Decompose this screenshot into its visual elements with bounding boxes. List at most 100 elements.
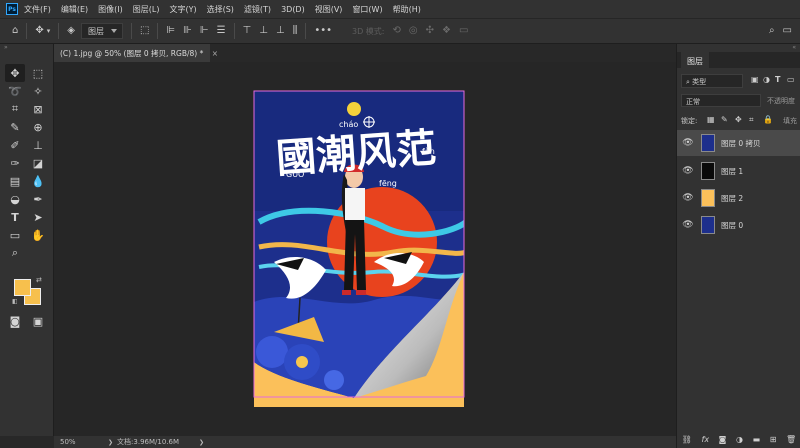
align-top-icon[interactable]: ⊤: [243, 26, 252, 36]
menu-type[interactable]: 文字(Y): [169, 4, 196, 15]
pan-3d-icon[interactable]: ✣: [426, 26, 434, 36]
menu-view[interactable]: 视图(V): [315, 4, 343, 15]
gradient-tool-icon[interactable]: ▤: [5, 172, 25, 190]
move-tool-icon[interactable]: ✥: [35, 26, 43, 36]
layer-style-icon[interactable]: fx: [702, 435, 710, 444]
swap-colors-icon[interactable]: ⇄: [36, 276, 42, 284]
fill-label: 填充: [783, 117, 797, 125]
menu-window[interactable]: 窗口(W): [352, 4, 382, 15]
tab-layers[interactable]: 图层: [681, 52, 709, 68]
align-center-icon[interactable]: ⊪: [183, 26, 192, 36]
visibility-eye-icon[interactable]: 👁: [681, 138, 695, 148]
layer-name: 图层 0: [721, 220, 744, 230]
move-tool-icon[interactable]: ✥: [5, 64, 25, 82]
orbit-3d-icon[interactable]: ⟲: [393, 26, 401, 36]
document-tab-bar: (C) 1.jpg @ 50% (图层 0 拷贝, RGB/8) * ×: [54, 44, 676, 62]
align-bottom-icon[interactable]: ⊥: [276, 26, 285, 36]
layer-name: 图层 0 拷贝: [721, 138, 761, 148]
layers-stack-icon[interactable]: ◈: [67, 26, 75, 36]
zoom-tool-icon[interactable]: ⌕: [5, 244, 25, 262]
distribute-icon[interactable]: ☰: [217, 26, 226, 36]
adjustment-layer-icon[interactable]: ◑: [736, 435, 743, 444]
menu-edit[interactable]: 编辑(E): [61, 4, 88, 15]
home-icon[interactable]: ⌂: [12, 26, 18, 36]
menu-help[interactable]: 帮助(H): [393, 4, 421, 15]
filter-type-icon[interactable]: T: [775, 75, 780, 84]
dodge-tool-icon[interactable]: ◒: [5, 190, 25, 208]
delete-layer-icon[interactable]: 🗑: [786, 435, 796, 444]
filter-adjustment-icon[interactable]: ◑: [763, 75, 770, 84]
layer-filter-dropdown[interactable]: ⌕ 类型: [681, 74, 743, 88]
frame-tool-icon[interactable]: ⊠: [28, 100, 48, 118]
distribute-vertical-icon[interactable]: ⫼: [293, 26, 298, 36]
zoom-level[interactable]: 50%: [60, 438, 100, 446]
lock-transparent-icon[interactable]: ▦: [707, 115, 715, 124]
magic-wand-tool-icon[interactable]: ✧: [28, 82, 48, 100]
eraser-tool-icon[interactable]: ◪: [28, 154, 48, 172]
menu-filter[interactable]: 滤镜(T): [244, 4, 271, 15]
new-group-icon[interactable]: ▬: [753, 435, 761, 444]
lock-all-icon[interactable]: 🔒: [763, 115, 773, 124]
slide-3d-icon[interactable]: ❖: [442, 26, 451, 36]
new-layer-icon[interactable]: ⊞: [770, 435, 777, 444]
document-tab[interactable]: (C) 1.jpg @ 50% (图层 0 拷贝, RGB/8) * ×: [54, 44, 218, 62]
menu-3d[interactable]: 3D(D): [281, 5, 305, 14]
type-tool-icon[interactable]: T: [5, 208, 25, 226]
layer-row[interactable]: 👁 图层 0 拷贝: [677, 130, 800, 156]
auto-select-dropdown[interactable]: 图层: [80, 23, 123, 39]
panel-collapse-icon[interactable]: «: [792, 44, 796, 51]
pen-tool-icon[interactable]: ✒: [28, 190, 48, 208]
align-left-icon[interactable]: ⊫: [166, 26, 175, 36]
add-mask-icon[interactable]: ◙: [719, 435, 727, 444]
menu-select[interactable]: 选择(S): [207, 4, 234, 15]
visibility-eye-icon[interactable]: 👁: [681, 220, 695, 230]
blur-tool-icon[interactable]: 💧: [28, 172, 48, 190]
lasso-tool-icon[interactable]: ➰: [5, 82, 25, 100]
screen-mode-icon[interactable]: ▣: [28, 312, 48, 330]
status-arrow-icon[interactable]: ❯: [199, 439, 204, 446]
filter-shape-icon[interactable]: ▭: [787, 75, 795, 84]
crop-tool-icon[interactable]: ⌗: [5, 100, 25, 118]
roll-3d-icon[interactable]: ◎: [409, 26, 418, 36]
marquee-tool-icon[interactable]: ⬚: [28, 64, 48, 82]
panel-collapse-icon[interactable]: »: [4, 44, 8, 51]
menu-layer[interactable]: 图层(L): [133, 4, 160, 15]
visibility-eye-icon[interactable]: 👁: [681, 166, 695, 176]
blend-mode-dropdown[interactable]: 正常: [681, 94, 761, 107]
layer-row[interactable]: 👁 图层 0: [677, 212, 800, 238]
menu-image[interactable]: 图像(I): [98, 4, 123, 15]
quick-mask-icon[interactable]: ◙: [5, 312, 25, 330]
eyedropper-tool-icon[interactable]: ✎: [5, 118, 25, 136]
layer-row[interactable]: 👁 图层 1: [677, 158, 800, 184]
filter-pixel-icon[interactable]: ▣: [751, 75, 759, 84]
status-menu-icon[interactable]: ❯: [108, 439, 113, 446]
rectangle-tool-icon[interactable]: ▭: [5, 226, 25, 244]
workspace-icon[interactable]: ▭: [783, 26, 792, 36]
document-canvas[interactable]: 國潮风范 cháo GUÓ fàn fēng: [54, 62, 676, 436]
layers-panel: « 图层 ⌕ 类型 ▣ ◑ T ▭ 正常 不透明度 锁定: ▦ ✎ ✥ ⌗ 🔒 …: [676, 44, 800, 448]
close-icon[interactable]: ×: [212, 49, 218, 58]
chevron-down-icon[interactable]: ▾: [47, 27, 51, 35]
default-colors-icon[interactable]: ◧: [12, 298, 18, 305]
brush-tool-icon[interactable]: ✐: [5, 136, 25, 154]
lock-position-icon[interactable]: ✥: [735, 115, 742, 124]
lock-image-icon[interactable]: ✎: [721, 115, 728, 124]
align-right-icon[interactable]: ⊩: [200, 26, 209, 36]
healing-brush-tool-icon[interactable]: ⊕: [28, 118, 48, 136]
canvas-area[interactable]: 國潮风范 cháo GUÓ fàn fēng: [54, 62, 676, 436]
transform-controls-icon[interactable]: ⬚: [140, 26, 149, 36]
lock-artboard-icon[interactable]: ⌗: [749, 115, 754, 125]
search-icon[interactable]: ⌕: [769, 26, 775, 36]
clone-stamp-tool-icon[interactable]: ⊥: [28, 136, 48, 154]
menu-file[interactable]: 文件(F): [24, 4, 51, 15]
video-camera-icon[interactable]: ▭: [459, 26, 468, 36]
visibility-eye-icon[interactable]: 👁: [681, 193, 695, 203]
more-options-icon[interactable]: •••: [314, 26, 332, 36]
layer-row[interactable]: 👁 图层 2: [677, 185, 800, 211]
path-selection-tool-icon[interactable]: ➤: [28, 208, 48, 226]
link-layers-icon[interactable]: ⛓: [682, 435, 692, 444]
foreground-color-swatch[interactable]: [14, 279, 31, 296]
hand-tool-icon[interactable]: ✋: [28, 226, 48, 244]
history-brush-tool-icon[interactable]: ✑: [5, 154, 25, 172]
align-middle-icon[interactable]: ⊥: [259, 26, 268, 36]
